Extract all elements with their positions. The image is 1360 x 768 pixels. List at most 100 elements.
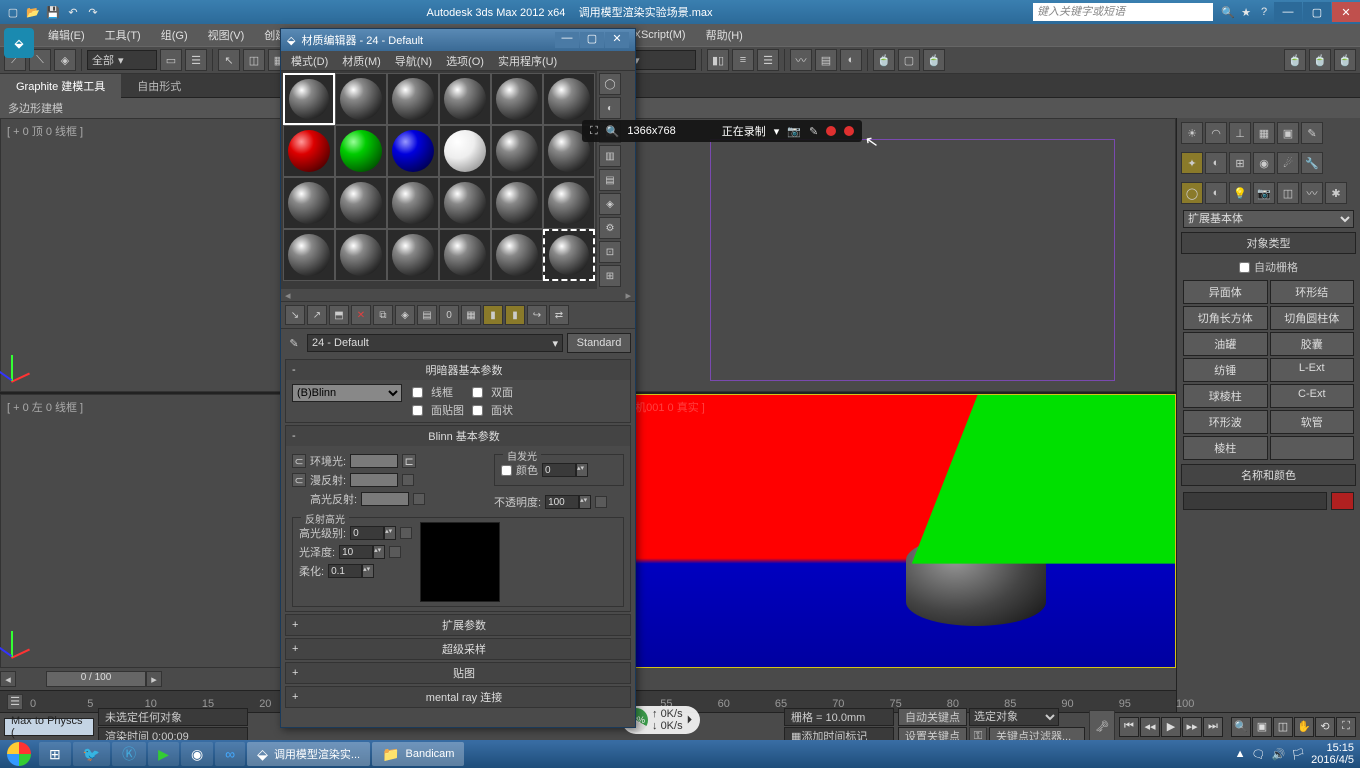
mirror-icon[interactable]: ▮▯ (707, 49, 729, 71)
goto-end-icon[interactable]: ⏭ (1203, 717, 1223, 737)
diffuse-map-button[interactable] (402, 474, 414, 486)
rollup-shader-basic[interactable]: -明暗器基本参数 (286, 360, 630, 380)
screen-recorder-bar[interactable]: ⛶ 🔍 1366x768 正在录制 ▾ 📷 ✎ (582, 120, 862, 142)
material-slot[interactable] (543, 177, 595, 229)
named-selset-combo[interactable]: ▾ (626, 50, 696, 70)
rollup-supersample[interactable]: +超级采样 (286, 639, 630, 659)
dialog-min-button[interactable]: — (555, 32, 579, 48)
material-slot[interactable] (491, 73, 543, 125)
preview-icon[interactable]: ◈ (599, 193, 621, 215)
tab-graphite-modeling[interactable]: Graphite 建模工具 (0, 74, 121, 98)
eyedropper-icon[interactable]: ✎ (285, 334, 303, 352)
obj-btn[interactable]: 环形波 (1183, 410, 1268, 434)
next-key-icon[interactable]: ▸ (146, 671, 162, 687)
2sided-checkbox[interactable] (472, 387, 483, 398)
nav-orbit-icon[interactable]: ⟲ (1315, 717, 1335, 737)
viewport-label[interactable]: [ + 0 顶 0 线框 ] (7, 123, 83, 139)
material-slot[interactable] (543, 229, 595, 281)
make-copy-icon[interactable]: ⧉ (373, 305, 393, 325)
rec-camera-icon[interactable]: 📷 (787, 125, 801, 138)
material-slot[interactable] (387, 177, 439, 229)
camera-icon[interactable]: ▣ (1277, 122, 1299, 144)
tray-icon[interactable]: ▲ (1235, 748, 1246, 760)
dialog-titlebar[interactable]: ⬙ 材质编辑器 - 24 - Default — ▢ ✕ (281, 29, 635, 51)
material-slot[interactable] (335, 125, 387, 177)
nav-pan-icon[interactable]: ✋ (1294, 717, 1314, 737)
tray-icon[interactable]: 🗨 (1252, 748, 1266, 761)
large-key-icon[interactable]: 🗝 (1089, 710, 1115, 744)
render-frame-icon[interactable]: ▢ (898, 49, 920, 71)
schematic-icon[interactable]: ▤ (815, 49, 837, 71)
mat-menu-options[interactable]: 选项(O) (440, 51, 490, 71)
nav-maximize-icon[interactable]: ⛶ (1336, 717, 1356, 737)
faceted-checkbox[interactable] (472, 405, 483, 416)
get-material-icon[interactable]: ↘ (285, 305, 305, 325)
play-icon[interactable]: ▶ (1161, 717, 1181, 737)
put-to-lib-icon[interactable]: ▤ (417, 305, 437, 325)
motion-tab-icon[interactable]: ◉ (1253, 152, 1275, 174)
pinned-app-5[interactable]: ◉ (181, 742, 213, 766)
prev-frame-icon[interactable]: ◂◂ (1140, 717, 1160, 737)
goto-start-icon[interactable]: ⏮ (1119, 717, 1139, 737)
mat-menu-mode[interactable]: 模式(D) (285, 51, 334, 71)
nav-zoom-icon[interactable]: 🔍 (1231, 717, 1251, 737)
curve-editor-icon[interactable]: 〰 (790, 49, 812, 71)
material-slot[interactable] (283, 73, 335, 125)
rollup-blinn-basic[interactable]: -Blinn 基本参数 (286, 426, 630, 446)
pinned-app-2[interactable]: 🐦 (73, 742, 110, 766)
sun-icon[interactable]: ☀ (1181, 122, 1203, 144)
modify-tab-icon[interactable]: ◐ (1205, 152, 1227, 174)
material-editor-icon[interactable]: ◐ (840, 49, 862, 71)
taskbar-3dsmax[interactable]: ⬙调用模型渲染实... (247, 742, 370, 766)
ambient-swatch[interactable] (350, 454, 398, 468)
specular-map-button[interactable] (413, 493, 425, 505)
pinned-app-3[interactable]: Ⓚ (112, 742, 146, 766)
go-forward-icon[interactable]: ↪ (527, 305, 547, 325)
speclevel-map-button[interactable] (400, 527, 412, 539)
minimize-button[interactable]: — (1274, 2, 1302, 22)
tab-freeform[interactable]: 自由形式 (121, 74, 197, 98)
rec-dot2-icon[interactable] (844, 126, 854, 136)
cameras-cat-icon[interactable]: 📷 (1253, 182, 1275, 204)
obj-btn[interactable]: 切角圆柱体 (1270, 306, 1355, 330)
maxscript-listener[interactable]: Max to Physcs ( (4, 718, 94, 736)
nav-fov-icon[interactable]: ◫ (1273, 717, 1293, 737)
help-search-input[interactable]: 键入关键字或短语 (1033, 3, 1213, 21)
material-slot[interactable] (387, 73, 439, 125)
make-unique-icon[interactable]: ◈ (395, 305, 415, 325)
tray-icon[interactable]: 🏳 (1291, 748, 1305, 761)
material-slot[interactable] (491, 125, 543, 177)
select-icon[interactable]: ▭ (160, 49, 182, 71)
go-sibling-icon[interactable]: ⇄ (549, 305, 569, 325)
obj-btn[interactable]: 软管 (1270, 410, 1355, 434)
diffuse-lock-icon[interactable]: ⊂ (292, 473, 306, 487)
teapot-3-icon[interactable]: 🍵 (1334, 49, 1356, 71)
opacity-map-button[interactable] (595, 496, 607, 508)
prev-key-icon[interactable]: ◂ (0, 671, 16, 687)
wire-checkbox[interactable] (412, 387, 423, 398)
rollup-extended[interactable]: +扩展参数 (286, 615, 630, 635)
tray-icon[interactable]: 🔊 (1272, 748, 1286, 761)
next-frame-icon[interactable]: ▸▸ (1182, 717, 1202, 737)
obj-btn[interactable]: 胶囊 (1270, 332, 1355, 356)
show-map-icon[interactable]: ▦ (461, 305, 481, 325)
material-slot[interactable] (439, 229, 491, 281)
space-warps-cat-icon[interactable]: 〰 (1301, 182, 1323, 204)
viewport-front[interactable] (589, 118, 1176, 392)
scroll-right-icon[interactable]: ▸ (625, 289, 631, 301)
soften-spinner[interactable] (328, 564, 362, 578)
dialog-close-button[interactable]: ✕ (605, 32, 629, 48)
trackbar-menu-icon[interactable]: ☰ (7, 694, 23, 710)
opacity-spinner[interactable] (545, 495, 579, 509)
dialog-max-button[interactable]: ▢ (580, 32, 604, 48)
mat-menu-material[interactable]: 材质(M) (336, 51, 387, 71)
layers-icon[interactable]: ☰ (757, 49, 779, 71)
align-icon[interactable]: ≡ (732, 49, 754, 71)
pinned-app-4[interactable]: ▶ (148, 742, 179, 766)
autokey-button[interactable]: 自动关键点 (898, 708, 967, 726)
application-menu-button[interactable]: ⬙ (4, 28, 34, 58)
pinned-app-1[interactable]: ⊞ (39, 742, 71, 766)
obj-btn[interactable]: 纺锤 (1183, 358, 1268, 382)
obj-btn[interactable]: 切角长方体 (1183, 306, 1268, 330)
menu-view[interactable]: 视图(V) (200, 25, 253, 45)
